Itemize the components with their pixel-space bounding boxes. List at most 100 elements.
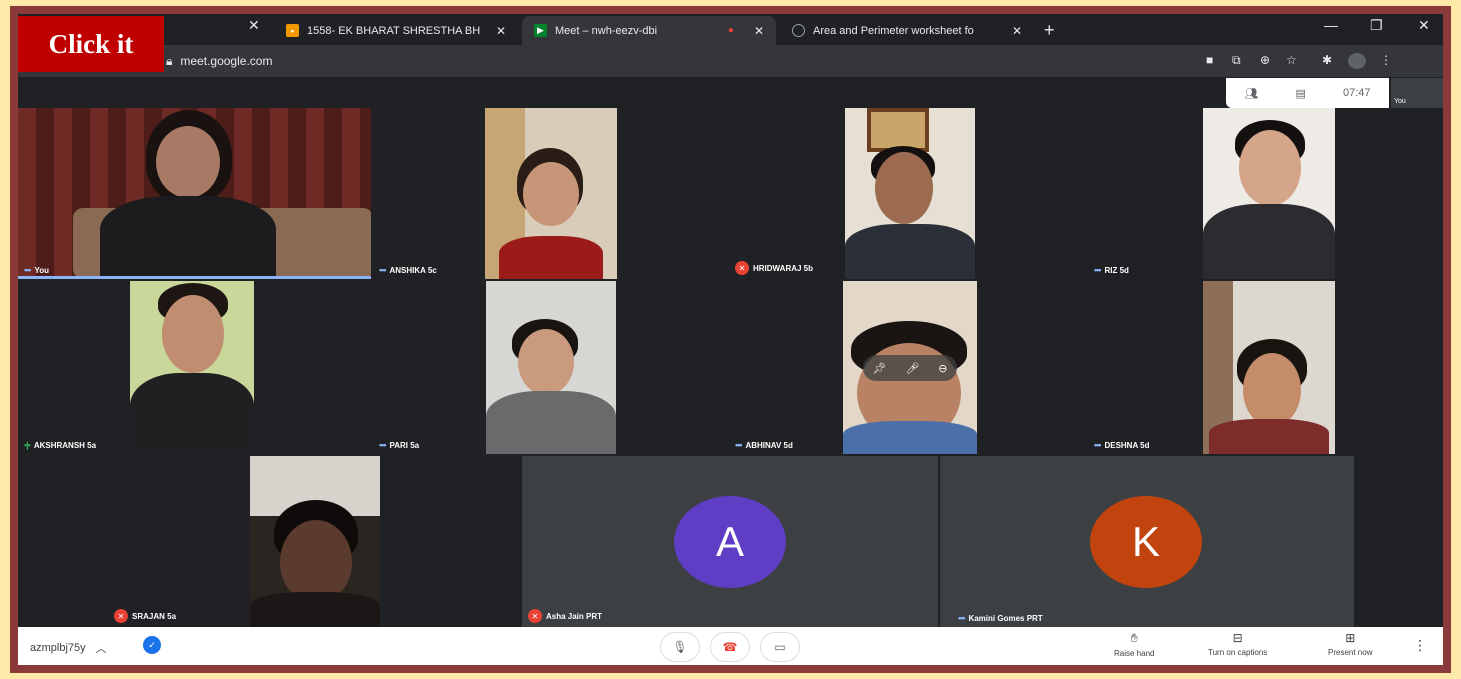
people-icon[interactable]: 👥︎ (1245, 87, 1259, 100)
video-feed (130, 281, 254, 454)
page-frame: ✕ ▪ 1558- EK BHARAT SHRESTHA BH ✕ ▶ Meet… (0, 0, 1461, 679)
participant-tile-akshransh[interactable]: •|• AKSHRANSH 5a (18, 281, 371, 454)
security-shield-icon[interactable]: ✓ (143, 636, 161, 654)
browser-window: ✕ ▪ 1558- EK BHARAT SHRESTHA BH ✕ ▶ Meet… (18, 14, 1443, 665)
tab-slides[interactable]: ▪ 1558- EK BHARAT SHRESTHA BH ✕ (274, 16, 518, 45)
audio-dots-icon: ••• (24, 265, 32, 275)
muted-mic-icon: ✕ (114, 609, 128, 623)
participant-tile-pari[interactable]: ••• PARI 5a (373, 281, 727, 454)
participant-tile-asha-jain[interactable]: A ✕ Asha Jain PRT (522, 456, 938, 627)
video-feed (485, 108, 617, 279)
tab-close-icon[interactable]: ✕ (248, 17, 260, 34)
leave-call-button[interactable]: ☎︎ (710, 632, 750, 662)
camera-indicator-icon[interactable]: ■ (1206, 53, 1213, 67)
video-feed (845, 108, 975, 279)
participant-tile-hridwaraj[interactable]: ✕ HRIDWARAJ 5b (729, 108, 1086, 279)
click-it-label[interactable]: Click it (18, 16, 164, 72)
self-thumbnail: You (1391, 78, 1443, 108)
meeting-details-button[interactable]: azmplbj75y ︿ (30, 640, 107, 656)
participant-tile-abhinav[interactable]: 📌︎ 🎤︎ ⊖ ••• ABHINAV 5d (729, 281, 1086, 454)
tab-title: Meet – nwh-eezv-dbi (555, 24, 658, 37)
slides-icon: ▪ (286, 24, 299, 37)
video-feed (250, 456, 380, 627)
speaking-indicator (18, 276, 371, 279)
zoom-icon[interactable]: ⊕ (1260, 53, 1270, 67)
captions-icon: ⊟ (1232, 631, 1243, 645)
video-feed (88, 108, 288, 279)
video-feed (486, 281, 616, 454)
restore-icon[interactable]: ❐ (1370, 17, 1383, 34)
participant-tile-kamini-gomes[interactable]: K ••• Kamini Gomes PRT (940, 456, 1354, 627)
muted-mic-icon: ✕ (528, 609, 542, 623)
close-icon[interactable]: ✕ (1012, 24, 1022, 38)
avatar: K (1090, 496, 1202, 588)
tab-strip: ✕ ▪ 1558- EK BHARAT SHRESTHA BH ✕ ▶ Meet… (18, 14, 1443, 45)
chat-icon[interactable]: ▤ (1296, 87, 1306, 100)
avatar: A (674, 496, 786, 588)
microphone-button[interactable]: 🎙︎ (660, 632, 700, 662)
muted-mic-icon: ✕ (735, 261, 749, 275)
profile-avatar-icon[interactable] (1348, 53, 1366, 69)
participant-name: ••• DESHNA 5d (1094, 440, 1150, 450)
audio-active-icon: •|• (24, 440, 31, 450)
close-icon[interactable]: ✕ (496, 24, 506, 38)
close-window-icon[interactable]: ✕ (1418, 17, 1430, 34)
meet-bottom-bar: azmplbj75y ︿ ✓ 🎙︎ ☎︎ ▭ ✋︎ Raise hand ⊟ T… (18, 627, 1443, 665)
video-feed (1203, 108, 1335, 279)
tile-hover-controls: 📌︎ 🎤︎ ⊖ (863, 355, 957, 381)
mic-icon: 🎙︎ (672, 640, 688, 654)
extensions-icon[interactable]: ✱ (1322, 53, 1332, 67)
meeting-code: azmplbj75y (30, 642, 86, 654)
address-bar: 🔒︎ meet.google.com ■ ⧉ ⊕ ☆ ✱ ⋮ (18, 45, 1443, 77)
tab-title: 1558- EK BHARAT SHRESTHA BH (307, 24, 481, 37)
participant-tile-anshika[interactable]: ••• ANSHIKA 5c (373, 108, 727, 279)
meet-top-panel: 👥︎ ▤ 07:47 (1226, 78, 1389, 108)
present-icon: ⊞ (1345, 631, 1356, 645)
captions-button[interactable]: ⊟ Turn on captions (1208, 631, 1267, 657)
participant-tile-srajan[interactable]: ✕ SRAJAN 5a (108, 456, 520, 627)
participant-name: •|• AKSHRANSH 5a (24, 440, 97, 450)
new-tab-button[interactable]: + (1044, 20, 1055, 41)
participant-name: ••• PARI 5a (379, 440, 420, 450)
remove-icon[interactable]: ⊖ (938, 362, 947, 375)
audio-dots-icon: ••• (735, 440, 743, 450)
camera-button[interactable]: ▭ (760, 632, 800, 662)
tab-worksheet[interactable]: Area and Perimeter worksheet fo ✕ (780, 16, 1034, 45)
participant-tile-deshna[interactable]: ••• DESHNA 5d (1088, 281, 1443, 454)
hang-up-icon: ☎︎ (722, 640, 738, 654)
minimize-icon[interactable]: — (1324, 17, 1338, 33)
raise-hand-button[interactable]: ✋︎ Raise hand (1114, 631, 1154, 658)
hand-icon: ✋︎ (1130, 631, 1138, 645)
participant-name: ••• RIZ 5d (1094, 265, 1129, 275)
participant-name: ••• You (24, 265, 49, 275)
video-feed (1203, 281, 1335, 454)
recording-dot-icon: ● (727, 25, 734, 36)
audio-dots-icon: ••• (379, 440, 387, 450)
browser-menu-icon[interactable]: ⋮ (1380, 53, 1392, 67)
participant-tile-you[interactable]: ••• You (18, 108, 371, 279)
globe-icon (792, 24, 805, 37)
frame-border: ✕ ▪ 1558- EK BHARAT SHRESTHA BH ✕ ▶ Meet… (10, 6, 1451, 673)
url-text: meet.google.com (180, 54, 273, 68)
pin-icon[interactable]: 📌︎ (872, 362, 886, 375)
chevron-up-icon: ︿ (95, 643, 107, 655)
omnibox[interactable]: 🔒︎ meet.google.com (166, 50, 1196, 72)
participant-name: ✕ Asha Jain PRT (528, 609, 602, 623)
bookmark-star-icon[interactable]: ☆ (1286, 53, 1297, 67)
audio-dots-icon: ••• (379, 265, 387, 275)
participant-name: ••• ANSHIKA 5c (379, 265, 437, 275)
tab-meet[interactable]: ▶ Meet – nwh-eezv-dbi ● ✕ (522, 16, 776, 45)
close-icon[interactable]: ✕ (754, 24, 764, 38)
meet-icon: ▶ (534, 24, 547, 37)
lock-icon: 🔒︎ (166, 53, 173, 68)
audio-dots-icon: ••• (1094, 265, 1102, 275)
participant-tile-riz[interactable]: ••• RIZ 5d (1088, 108, 1443, 279)
more-options-icon[interactable]: ⋮ (1413, 637, 1427, 654)
participant-name: ••• ABHINAV 5d (735, 440, 793, 450)
meeting-time: 07:47 (1342, 87, 1371, 99)
mute-participant-icon[interactable]: 🎤︎ (905, 362, 919, 375)
present-now-button[interactable]: ⊞ Present now (1328, 631, 1372, 657)
translate-icon[interactable]: ⧉ (1232, 53, 1241, 68)
audio-dots-icon: ••• (1094, 440, 1102, 450)
audio-dots-icon: ••• (958, 613, 966, 623)
